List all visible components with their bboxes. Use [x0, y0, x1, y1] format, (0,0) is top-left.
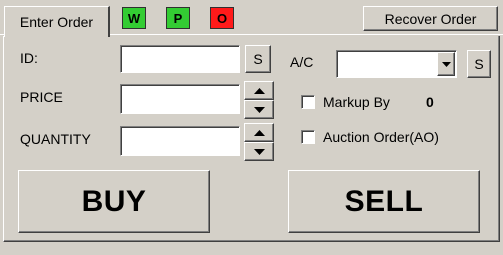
id-search-button[interactable]: S: [245, 45, 271, 73]
status-badge-p: P: [166, 7, 190, 29]
triangle-down-icon: [253, 106, 265, 113]
buy-button[interactable]: BUY: [18, 170, 210, 233]
status-badge-o: O: [210, 7, 234, 29]
recover-order-button[interactable]: Recover Order: [363, 6, 498, 31]
sell-button[interactable]: SELL: [288, 170, 480, 233]
price-down-button[interactable]: [244, 100, 274, 119]
auction-label: Auction Order(AO): [323, 129, 439, 145]
markup-value: 0: [426, 94, 434, 110]
price-input[interactable]: [120, 84, 240, 114]
account-select[interactable]: [336, 50, 457, 78]
triangle-up-icon: [253, 87, 265, 94]
markup-checkbox[interactable]: [301, 95, 315, 109]
quantity-label: QUANTITY: [20, 131, 91, 147]
quantity-down-button[interactable]: [244, 142, 274, 161]
auction-checkbox[interactable]: [301, 130, 315, 144]
quantity-input[interactable]: [120, 126, 240, 156]
price-up-button[interactable]: [244, 81, 274, 100]
triangle-down-icon: [253, 148, 265, 155]
id-input[interactable]: [120, 45, 240, 73]
account-search-button[interactable]: S: [467, 50, 491, 78]
markup-label: Markup By: [323, 94, 390, 110]
status-badge-w: W: [122, 7, 146, 29]
recover-order-label: Recover Order: [384, 10, 477, 27]
chevron-down-icon: [441, 61, 451, 67]
tab-enter-order[interactable]: Enter Order: [4, 6, 110, 37]
tab-enter-order-label: Enter Order: [19, 14, 94, 30]
buy-label: BUY: [81, 184, 147, 218]
account-label: A/C: [290, 54, 314, 70]
triangle-up-icon: [253, 129, 265, 136]
price-label: PRICE: [20, 89, 63, 105]
quantity-up-button[interactable]: [244, 123, 274, 142]
sell-label: SELL: [344, 184, 424, 218]
id-label: ID:: [20, 50, 38, 66]
account-dropdown-button[interactable]: [437, 52, 455, 76]
